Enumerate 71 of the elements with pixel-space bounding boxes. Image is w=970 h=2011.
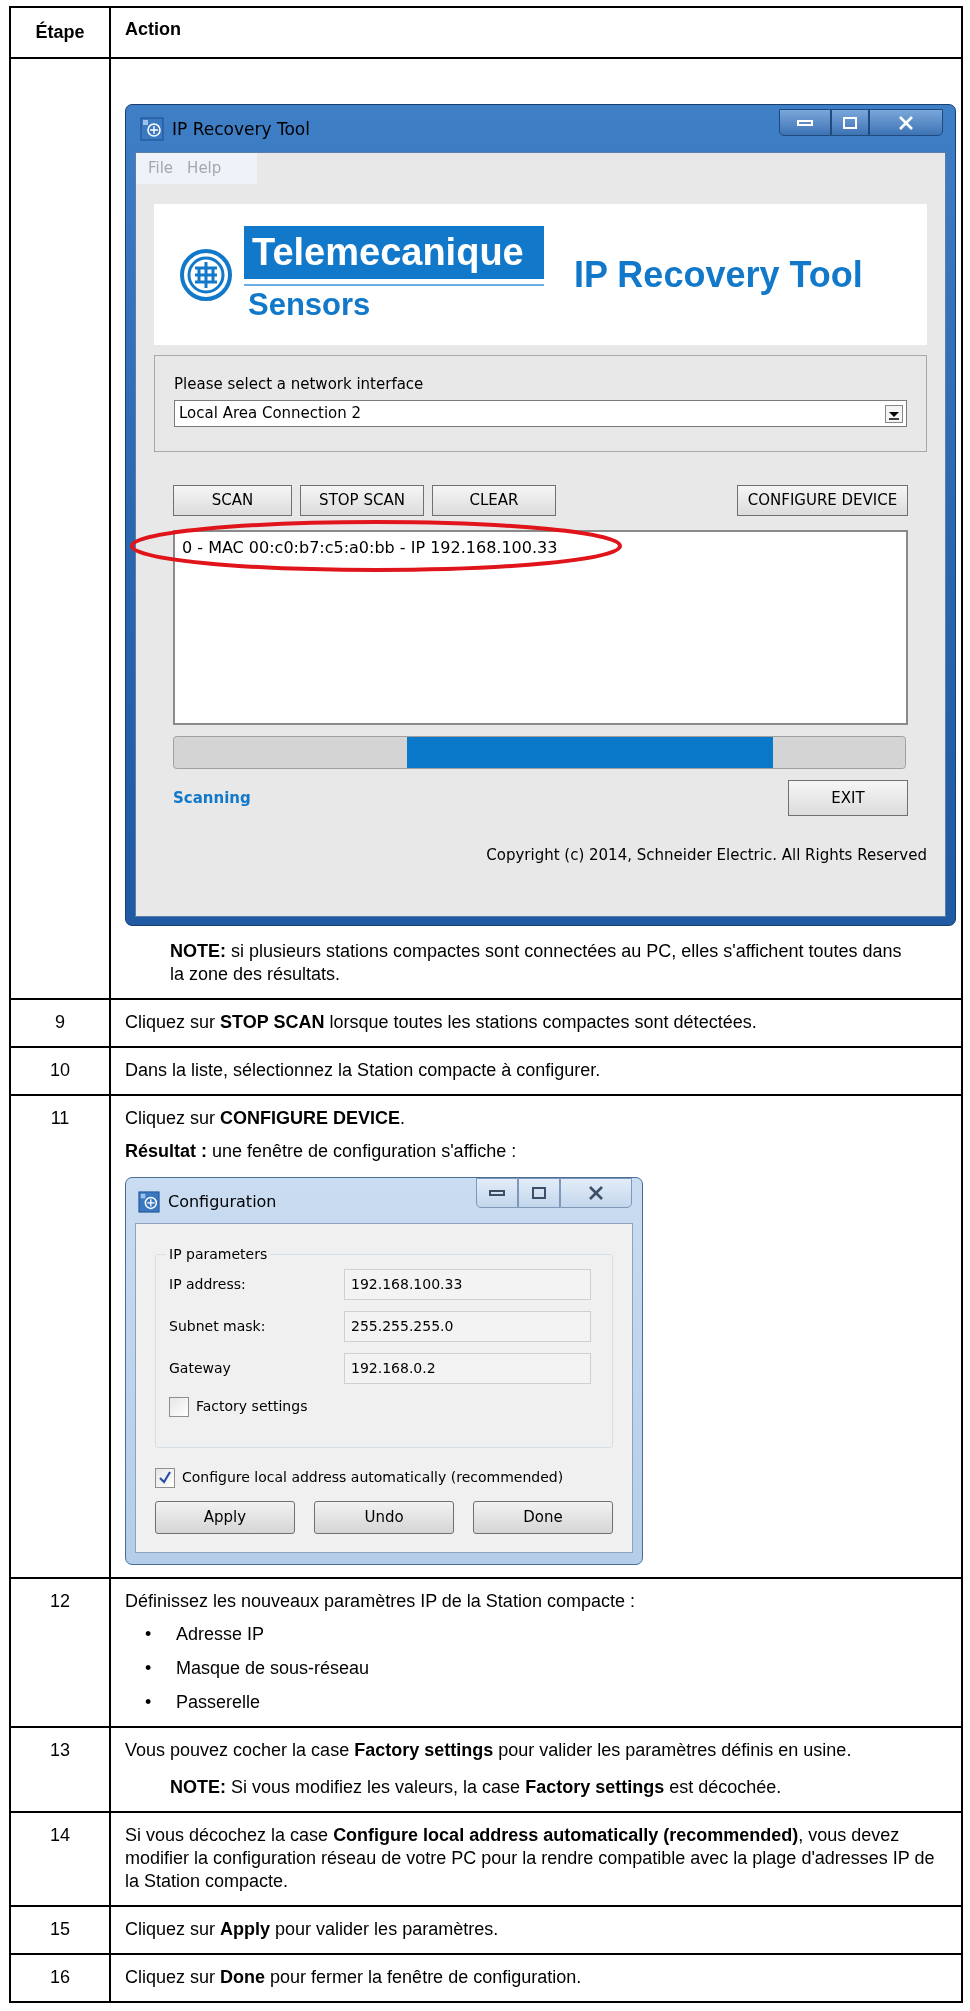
dialog-button[interactable]: Undo [314, 1501, 454, 1534]
bullet-text: Passerelle [176, 1691, 261, 1714]
minimize-button[interactable] [476, 1178, 518, 1208]
step-text: Cliquez sur Done pour fermer la fenêtre de configuration. [125, 1966, 583, 1989]
step-text: Définissez les nouveaux paramètres IP de la Station compacte : [125, 1590, 636, 1613]
step-text: Cliquez sur STOP SCAN lorsque toutes les stations compactes sont détectées. [125, 1011, 758, 1034]
step-number: 13 [50, 1739, 70, 1762]
step-text: Vous pouvez cocher la case Factory settings pour valider les paramètres définis en usine. [125, 1739, 853, 1762]
checkbox[interactable] [155, 1467, 175, 1488]
step-number: 14 [50, 1824, 70, 1847]
field-label: Please select a network interface [174, 374, 425, 394]
field-label: Subnet mask: [169, 1317, 267, 1336]
column-header: Action [124, 18, 182, 41]
bullet-mark: • [145, 1657, 153, 1680]
note-text: NOTE: Si vous modifiez les valeurs, la case Factory settings est décochée. [169, 1776, 783, 1799]
input-field[interactable]: 255.255.255.0 [344, 1311, 591, 1342]
dialog-button[interactable]: Apply [155, 1501, 295, 1534]
step-number: 11 [50, 1107, 70, 1130]
step-text: Résultat : une fenêtre de configuration s'affiche : [125, 1140, 518, 1163]
checkbox[interactable] [169, 1396, 189, 1417]
step-number: 16 [50, 1966, 70, 1989]
bullet-text: Adresse IP [176, 1623, 265, 1646]
dialog-button[interactable]: Done [473, 1501, 613, 1534]
step-text: Cliquez sur CONFIGURE DEVICE. [125, 1107, 407, 1130]
minimize-icon [797, 119, 813, 126]
input-field[interactable]: 192.168.100.33 [344, 1269, 591, 1300]
brand-name: Telemecanique [244, 225, 544, 279]
maximize-icon [843, 116, 857, 129]
logo-emblem-icon [179, 247, 233, 302]
copyright-text: Copyright (c) 2014, Schneider Electric. All Rights Reserved [486, 845, 927, 866]
checkbox-label: Factory settings [196, 1397, 308, 1416]
bullet-mark: • [145, 1623, 153, 1646]
column-header: Étape [11, 8, 111, 57]
close-button[interactable] [560, 1178, 632, 1208]
step-text: Si vous décochez la case Configure local address automatically (recommended), vous devez modifier la configuration réseau de votre PC pour la rendre compatible avec la plage d'adresses IP de la Station compacte. [125, 1824, 936, 1893]
configure-device-button[interactable]: CONFIGURE DEVICE [737, 485, 908, 516]
app-icon [140, 117, 164, 141]
checkmark-icon [158, 1470, 172, 1485]
maximize-icon [532, 1187, 546, 1199]
toolbar-button[interactable]: CLEAR [432, 485, 556, 516]
maximize-button[interactable] [518, 1178, 560, 1208]
toolbar-button[interactable]: STOP SCAN [300, 485, 424, 516]
interface-dropdown[interactable]: Local Area Connection 2 [174, 400, 907, 427]
brand-subtitle: Sensors [247, 285, 372, 324]
step-text: Dans la liste, sélectionnez la Station compacte à configurer. [125, 1059, 602, 1082]
window-title: Configuration [168, 1191, 277, 1213]
close-icon [588, 1186, 604, 1200]
step-number: 15 [50, 1918, 70, 1941]
window-title: IP Recovery Tool [172, 117, 310, 141]
close-button[interactable] [869, 109, 943, 136]
exit-button[interactable]: EXIT [788, 780, 908, 816]
status-text: Scanning [173, 787, 251, 809]
app-icon [138, 1190, 160, 1213]
step-text: Cliquez sur Apply pour valider les paramètres. [125, 1918, 500, 1941]
minimize-button[interactable] [779, 109, 831, 136]
minimize-icon [489, 1190, 505, 1196]
toolbar-button[interactable]: SCAN [173, 485, 292, 516]
maximize-button[interactable] [831, 109, 869, 136]
note-text: NOTE: si plusieurs stations compactes sont connectées au PC, elles s'affichent toutes dans la zone des résultats. [169, 940, 903, 986]
input-field[interactable]: 192.168.0.2 [344, 1353, 591, 1384]
step-number: 9 [55, 1011, 65, 1034]
result-item[interactable]: 0 - MAC 00:c0:b7:c5:a0:bb - IP 192.168.100.33 [182, 536, 899, 560]
field-label: Gateway [169, 1359, 232, 1378]
close-icon [898, 115, 914, 130]
field-label: IP address: [169, 1275, 247, 1294]
bullet-mark: • [145, 1691, 153, 1714]
step-number: 12 [50, 1590, 70, 1613]
step-number: 10 [50, 1059, 70, 1082]
product-title: IP Recovery Tool [574, 252, 863, 297]
bullet-text: Masque de sous-réseau [176, 1657, 370, 1680]
checkbox-label: Configure local address automatically (recommended) [182, 1468, 564, 1487]
